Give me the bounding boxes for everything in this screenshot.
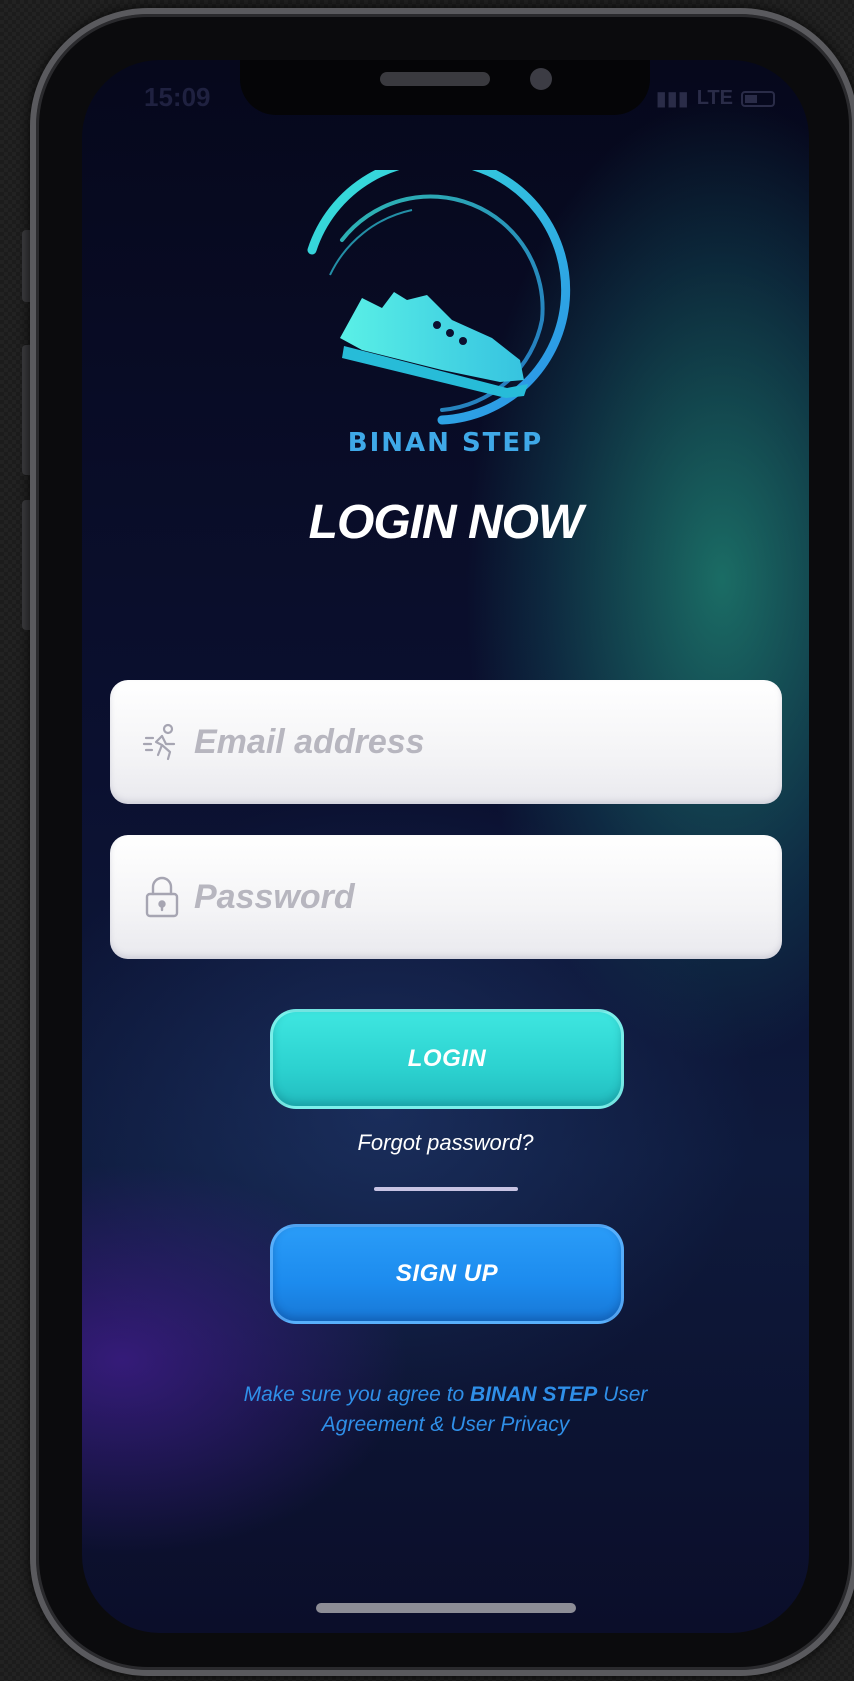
agreement-brand: BINAN STEP xyxy=(470,1383,598,1406)
signup-button[interactable]: SIGN UP xyxy=(270,1224,624,1324)
running-person-icon xyxy=(140,720,184,764)
status-indicators: ▮▮▮ LTE xyxy=(656,86,775,111)
lock-icon xyxy=(140,875,184,919)
password-input[interactable]: Password xyxy=(194,878,355,917)
brand-name: BINAN STEP xyxy=(347,428,544,458)
login-button-label: LOGIN xyxy=(407,1045,487,1072)
speaker-grille xyxy=(380,72,490,86)
notch xyxy=(240,60,650,115)
forgot-password-link[interactable]: Forgot password? xyxy=(82,1130,809,1156)
app-screen: 15:09 ▮▮▮ LTE BINAN STEP LOGIN NOW Email… xyxy=(82,60,809,1633)
signup-button-label: SIGN UP xyxy=(395,1260,499,1287)
user-privacy-link[interactable]: User Privacy xyxy=(444,1413,569,1436)
agreement-ampersand: & xyxy=(430,1413,445,1436)
email-input[interactable]: Email address xyxy=(194,723,425,762)
agreement-prefix: Make sure you agree to xyxy=(243,1383,471,1406)
password-field[interactable]: Password xyxy=(110,835,782,959)
network-label: LTE xyxy=(696,87,733,109)
agreement-text: Make sure you agree to BINAN STEP User A… xyxy=(202,1380,689,1440)
page-title: LOGIN NOW xyxy=(308,496,584,549)
sneaker-icon xyxy=(307,170,571,425)
front-camera xyxy=(530,68,552,90)
signal-icon: ▮▮▮ xyxy=(655,88,689,110)
status-time: 15:09 xyxy=(144,82,211,112)
login-button[interactable]: LOGIN xyxy=(270,1009,624,1109)
divider xyxy=(374,1187,518,1191)
home-indicator xyxy=(316,1603,576,1613)
battery-icon xyxy=(741,90,775,107)
email-field[interactable]: Email address xyxy=(110,680,782,804)
